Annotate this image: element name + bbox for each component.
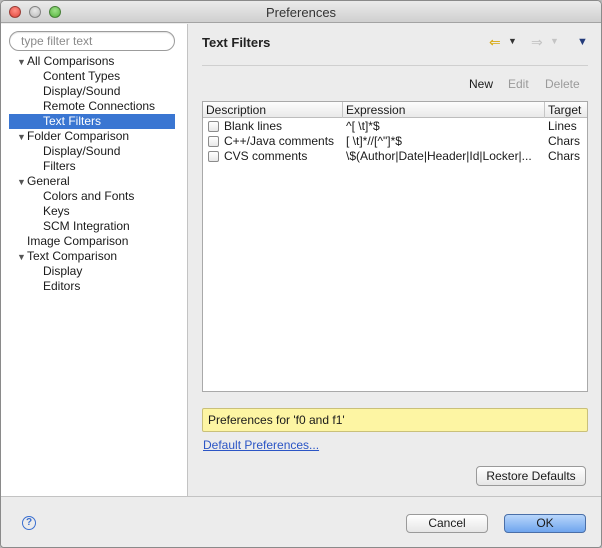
tree-item-label: SCM Integration	[43, 219, 130, 233]
tree-item[interactable]: Colors and Fonts	[9, 189, 175, 204]
tree-item[interactable]: Keys	[9, 204, 175, 219]
tree-item-label: Folder Comparison	[27, 129, 130, 143]
ok-button[interactable]: OK	[504, 514, 586, 533]
tree-item[interactable]: Display	[9, 264, 175, 279]
header-separator	[202, 65, 588, 66]
tree-item-label: Keys	[43, 204, 70, 218]
tree-item-label: Remote Connections	[43, 99, 156, 113]
tree-item[interactable]: ▼ Text Comparison	[9, 249, 175, 264]
default-preferences-link[interactable]: Default Preferences...	[203, 438, 319, 452]
tree-item-label: Text Comparison	[27, 249, 118, 263]
tree-item[interactable]: Remote Connections	[9, 99, 175, 114]
tree-item-label: Display	[43, 264, 83, 278]
filter-enabled-checkbox[interactable]	[208, 136, 219, 147]
window-title: Preferences	[265, 5, 337, 20]
expand-triangle-icon[interactable]: ▼	[17, 55, 26, 70]
filter-target-cell: Chars	[548, 149, 581, 163]
table-row[interactable]: CVS comments \$(Author|Date|Header|Id|Loc…	[203, 149, 587, 164]
tree-item[interactable]: Content Types	[9, 69, 175, 84]
delete-filter-button: Delete	[545, 77, 580, 91]
filter-expression-cell: \$(Author|Date|Header|Id|Locker|...	[346, 149, 532, 163]
tree-item-label: Text Filters	[43, 114, 102, 128]
tree-item-label: Display/Sound	[43, 84, 121, 98]
filter-target-cell: Chars	[548, 134, 581, 148]
preferences-scope-notice: Preferences for 'f0 and f1'	[202, 408, 588, 432]
help-icon[interactable]: ?	[22, 516, 36, 530]
tree-item-label: Image Comparison	[27, 234, 129, 248]
expand-triangle-icon[interactable]: ▼	[17, 175, 26, 190]
filter-input[interactable]: type filter text	[9, 31, 175, 51]
filter-target-cell: Lines	[548, 119, 577, 133]
tree-item[interactable]: SCM Integration	[9, 219, 175, 234]
tree-item[interactable]: ▼ General	[9, 174, 175, 189]
tree-item[interactable]: ▼ Folder Comparison	[9, 129, 175, 144]
filter-expression-cell: ^[ \t]*$	[346, 119, 380, 133]
view-menu-icon[interactable]: ▼	[577, 36, 588, 48]
preference-page: Text Filters ⇐ ▼ ⇒ ▼ ▼ New Edit Delete D…	[189, 24, 601, 496]
tree-item[interactable]: Editors	[9, 279, 175, 294]
edit-filter-button: Edit	[508, 77, 529, 91]
title-bar[interactable]: Preferences	[1, 1, 601, 23]
forward-history-dropdown-icon: ▼	[550, 36, 559, 46]
expand-triangle-icon[interactable]: ▼	[17, 130, 26, 145]
table-row[interactable]: C++/Java comments [ \t]*//[^"]*$ Chars	[203, 134, 587, 149]
new-filter-button[interactable]: New	[469, 77, 493, 91]
forward-arrow-icon: ⇒	[531, 34, 543, 50]
restore-defaults-button[interactable]: Restore Defaults	[476, 466, 586, 486]
tree-item-label: Editors	[43, 279, 81, 293]
tree-item[interactable]: ▼ All Comparisons	[9, 54, 175, 69]
tree-item[interactable]: Image Comparison	[9, 234, 175, 249]
preference-tree-pane: type filter text ▼ All Comparisons Content…	[1, 24, 188, 496]
filter-description-cell: C++/Java comments	[224, 134, 335, 148]
tree-item-label: General	[27, 174, 70, 188]
column-header-expression[interactable]: Expression	[343, 102, 545, 118]
tree-item-label: Content Types	[43, 69, 121, 83]
filter-description-cell: Blank lines	[224, 119, 283, 133]
tree-item-label: Display/Sound	[43, 144, 121, 158]
filter-description-cell: CVS comments	[224, 149, 308, 163]
back-history-dropdown-icon[interactable]: ▼	[508, 36, 517, 46]
column-header-target[interactable]: Target	[545, 102, 587, 118]
tree-item[interactable]: Display/Sound	[9, 84, 175, 99]
filter-enabled-checkbox[interactable]	[208, 121, 219, 132]
filter-enabled-checkbox[interactable]	[208, 151, 219, 162]
cancel-button[interactable]: Cancel	[406, 514, 488, 533]
text-filters-table[interactable]: Description Expression Target Blank line…	[202, 101, 588, 392]
tree-item[interactable]: Filters	[9, 159, 175, 174]
back-arrow-icon[interactable]: ⇐	[489, 34, 501, 51]
tree-item-label: All Comparisons	[27, 54, 115, 68]
column-header-description[interactable]: Description	[203, 102, 343, 118]
dialog-footer: ? Cancel OK	[1, 496, 601, 547]
table-header: Description Expression Target	[203, 102, 587, 118]
page-navigation: ⇐ ▼ ⇒ ▼ ▼	[481, 34, 601, 54]
tree-item[interactable]: Display/Sound	[9, 144, 175, 159]
page-title: Text Filters	[202, 35, 271, 50]
preferences-window: Preferences type filter text ▼ All Compar…	[0, 0, 602, 548]
expand-triangle-icon[interactable]: ▼	[17, 250, 26, 265]
tree-item-label: Filters	[43, 159, 76, 173]
tree-item-label: Colors and Fonts	[43, 189, 135, 203]
tree-item[interactable]: Text Filters	[9, 114, 175, 129]
filter-expression-cell: [ \t]*//[^"]*$	[346, 134, 402, 148]
table-row[interactable]: Blank lines ^[ \t]*$ Lines	[203, 119, 587, 134]
